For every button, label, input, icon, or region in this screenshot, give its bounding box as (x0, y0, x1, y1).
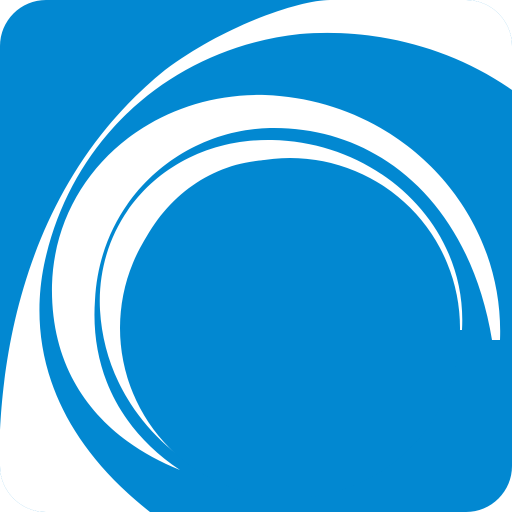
swirl-core (120, 158, 460, 498)
swirl-logo-icon (0, 0, 512, 512)
app-icon[interactable] (0, 0, 512, 512)
